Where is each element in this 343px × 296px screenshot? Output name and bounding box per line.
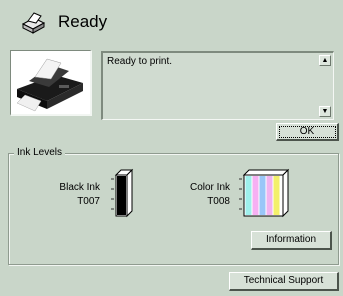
scroll-up-button[interactable]: ▲ — [319, 55, 331, 66]
ok-button[interactable]: OK — [276, 123, 339, 141]
printer-icon — [21, 12, 46, 34]
color-ink-level-bar — [245, 176, 252, 215]
printer-illustration — [16, 58, 83, 112]
ink-levels-label: Ink Levels — [14, 147, 66, 158]
technical-support-button[interactable]: Technical Support — [229, 272, 339, 291]
color-ink-info: Color Ink T008 — [170, 181, 230, 209]
information-button[interactable]: Information — [251, 231, 332, 250]
black-ink-level-bar — [117, 176, 126, 215]
color-ink-name: Color Ink — [189, 182, 230, 193]
color-ink-level-bar — [273, 176, 280, 215]
color-ink-cartridge-icon — [239, 168, 290, 218]
scroll-down-button[interactable]: ▼ — [319, 106, 331, 117]
status-title: Ready — [58, 12, 108, 31]
color-ink-cartridge: T008 — [207, 196, 230, 207]
status-message: Ready to print. — [107, 56, 173, 67]
black-ink-info: Black Ink T007 — [40, 181, 100, 209]
status-message-box[interactable]: Ready to print. ▲ ▼ — [101, 51, 334, 120]
color-ink-level-bar — [252, 176, 259, 215]
status-monitor-window: Ready Ready to print. ▲ ▼ OK Ink Levels … — [0, 0, 343, 296]
color-ink-level-bar — [259, 176, 266, 215]
printer-image — [10, 50, 92, 116]
color-ink-level-bar — [266, 176, 273, 215]
black-ink-cartridge-icon — [111, 168, 134, 218]
black-ink-name: Black Ink — [59, 182, 100, 193]
black-ink-cartridge: T007 — [77, 196, 100, 207]
message-scrollbar[interactable]: ▲ ▼ — [319, 55, 331, 117]
